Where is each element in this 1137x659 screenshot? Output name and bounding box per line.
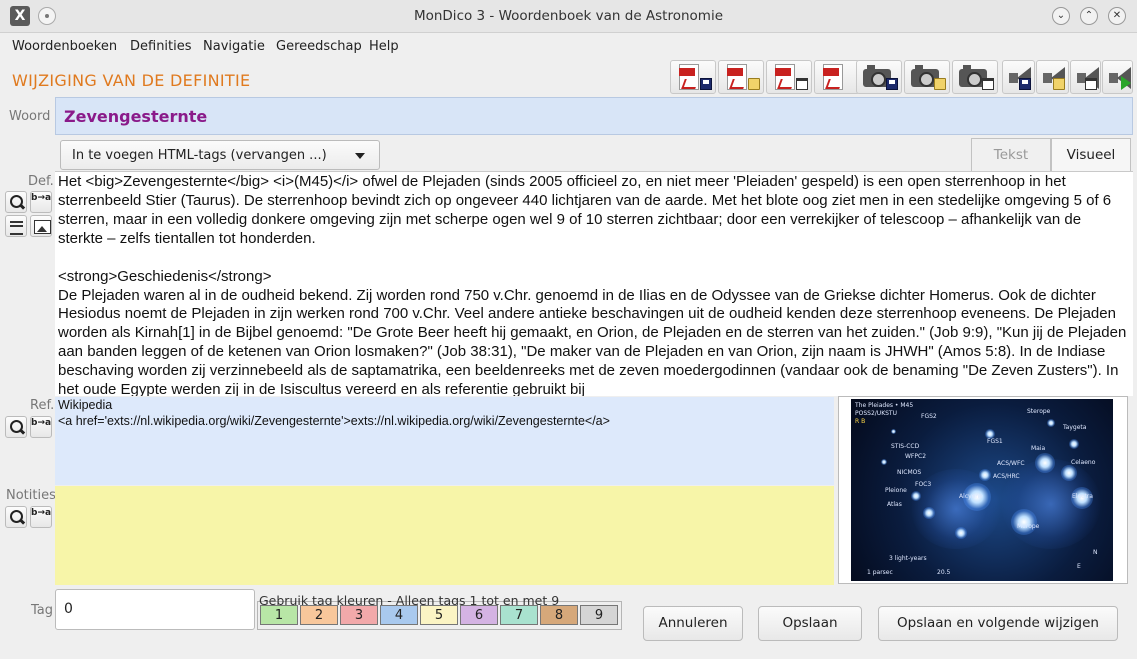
save-icon (886, 78, 898, 90)
reference-line: Wikipedia (58, 398, 113, 412)
format-lines-icon[interactable] (5, 215, 27, 237)
notes-label: Notities (6, 488, 56, 503)
pleiades-image: The Pleiades • M45 POSS2/UKSTU R B FGS2 … (851, 399, 1113, 581)
trash-icon (982, 78, 994, 90)
menu-help[interactable]: Help (369, 39, 399, 54)
page-heading: WIJZIGING VAN DE DEFINITIE (12, 71, 251, 90)
window-title: MonDico 3 - Woordenboek van de Astronomi… (413, 8, 724, 24)
html-tag-dropdown-label: In te voegen HTML-tags (vervangen ...) (72, 148, 327, 163)
search-icon[interactable] (5, 506, 27, 528)
maximize-button[interactable]: ⌃ (1080, 7, 1098, 25)
play-icon (1121, 76, 1131, 90)
menu-bar: Woordenboeken Definities Navigatie Geree… (0, 35, 1137, 59)
notes-editor[interactable] (55, 486, 834, 585)
save-icon (1019, 78, 1031, 90)
save-button[interactable]: Opslaan (758, 606, 862, 641)
definition-paragraph: Het <big>Zevengesternte</big> <i>(M45)</… (58, 173, 1112, 247)
chevron-down-icon (355, 153, 365, 159)
tag-color-7[interactable]: 7 (500, 605, 538, 625)
tag-label: Tag (31, 603, 54, 618)
replace-icon[interactable]: b→a (30, 191, 52, 213)
toolbar (670, 60, 1133, 96)
search-icon[interactable] (5, 416, 27, 438)
pdf-save-button[interactable] (670, 60, 716, 94)
close-button[interactable]: ✕ (1108, 7, 1126, 25)
image-panel[interactable]: The Pleiades • M45 POSS2/UKSTU R B FGS2 … (838, 396, 1128, 584)
tag-color-4[interactable]: 4 (380, 605, 418, 625)
word-label: Woord (9, 109, 51, 124)
speaker-open-button[interactable] (1036, 60, 1069, 94)
menu-definities[interactable]: Definities (130, 39, 192, 54)
speaker-save-button[interactable] (1002, 60, 1035, 94)
speaker-play-button[interactable] (1102, 60, 1133, 94)
trash-icon (796, 78, 808, 90)
tag-color-9[interactable]: 9 (580, 605, 618, 625)
minimize-button[interactable]: ⌄ (1052, 7, 1070, 25)
tab-tekst[interactable]: Tekst (971, 138, 1051, 171)
definition-paragraph: De Plejaden waren al in de oudheid beken… (58, 286, 1127, 396)
pdf-icon (775, 64, 795, 90)
word-input[interactable]: Zevengesternte (55, 97, 1133, 135)
menu-navigatie[interactable]: Navigatie (203, 39, 265, 54)
save-and-next-button[interactable]: Opslaan en volgende wijzigen (878, 606, 1118, 641)
camera-open-button[interactable] (904, 60, 950, 94)
replace-icon[interactable]: b→a (30, 416, 52, 438)
reference-label: Ref. (30, 398, 55, 413)
pdf-open-button[interactable] (718, 60, 764, 94)
title-bar: X MonDico 3 - Woordenboek van de Astrono… (0, 0, 1137, 33)
pdf-view-button[interactable] (814, 60, 860, 94)
definition-paragraph: <strong>Geschiedenis</strong> (58, 267, 272, 285)
pdf-delete-button[interactable] (766, 60, 812, 94)
insert-image-icon[interactable] (30, 215, 52, 237)
tag-color-6[interactable]: 6 (460, 605, 498, 625)
trash-icon (1085, 78, 1097, 90)
speaker-delete-button[interactable] (1070, 60, 1101, 94)
tag-color-1[interactable]: 1 (260, 605, 298, 625)
menu-woordenboeken[interactable]: Woordenboeken (12, 39, 117, 54)
reference-editor[interactable]: Wikipedia <a href='exts://nl.wikipedia.o… (55, 397, 834, 485)
tag-color-8[interactable]: 8 (540, 605, 578, 625)
folder-icon (934, 78, 946, 90)
camera-save-button[interactable] (856, 60, 902, 94)
tag-color-2[interactable]: 2 (300, 605, 338, 625)
tab-visueel[interactable]: Visueel (1051, 138, 1131, 171)
pdf-icon (727, 64, 747, 90)
definition-editor[interactable]: Het <big>Zevengesternte</big> <i>(M45)</… (55, 171, 1133, 396)
camera-delete-button[interactable] (952, 60, 998, 94)
tag-color-5[interactable]: 5 (420, 605, 458, 625)
tag-color-3[interactable]: 3 (340, 605, 378, 625)
definition-label: Def. (28, 174, 54, 189)
folder-icon (748, 78, 760, 90)
tag-input[interactable]: 0 (55, 589, 255, 630)
html-tag-dropdown[interactable]: In te voegen HTML-tags (vervangen ...) (60, 140, 380, 170)
cancel-button[interactable]: Annuleren (643, 606, 743, 641)
reference-line: <a href='exts://nl.wikipedia.org/wiki/Ze… (58, 414, 610, 428)
menu-gereedschap[interactable]: Gereedschap (276, 39, 362, 54)
save-icon (700, 78, 712, 90)
search-icon[interactable] (5, 191, 27, 213)
folder-icon (1053, 78, 1065, 90)
pdf-icon (823, 64, 843, 90)
pdf-icon (679, 64, 699, 90)
replace-icon[interactable]: b→a (30, 506, 52, 528)
